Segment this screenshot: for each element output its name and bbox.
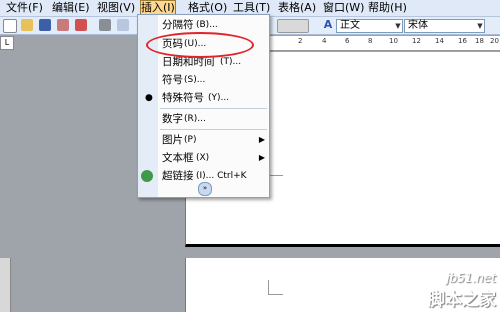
horizontal-ruler[interactable]: 2 4 6 8 10 12 14 16 18 20 [270,36,500,51]
submenu-arrow-icon: ▶ [258,135,265,144]
menu-item-shortcut: (Y)... [208,93,230,103]
print-icon[interactable] [99,19,111,31]
menu-item-shortcut: (R)... [184,114,206,124]
menu-separator [160,129,267,130]
menu-item-symbol[interactable]: 符号 (S)... [138,71,269,89]
save-icon[interactable] [39,19,51,31]
font-select[interactable]: 宋体 ▼ [404,19,485,33]
ruler-tick: 2 [298,37,303,45]
ruler-tick: 20 [490,37,499,45]
permission-icon[interactable] [57,19,69,31]
menu-item-number[interactable]: 数字 (R)... [138,110,269,128]
menu-file[interactable]: 文件(F) [6,1,43,15]
ruler-tick: 10 [389,37,398,45]
menu-item-shortcut: (S)... [184,75,206,85]
open-folder-icon[interactable] [21,19,33,31]
highlight-ellipse [146,32,254,58]
ruler-tick: 12 [412,37,421,45]
menu-item-label: 特殊符号 [162,92,204,104]
menu-item-shortcut: (X) [196,153,210,163]
menu-item-label: 文本框 [162,152,194,164]
margin-corner-mark [268,280,283,295]
menu-item-picture[interactable]: 图片 (P) ▶ [138,131,269,149]
menu-window[interactable]: 窗口(W) [323,1,364,15]
tab-selector[interactable]: L [0,36,14,50]
menu-item-special-symbol[interactable]: ● 特殊符号 (Y)... [138,89,269,107]
globe-link-icon [141,170,153,182]
menu-item-label: 数字 [162,113,183,125]
styles-formatting-icon[interactable]: A [322,19,334,31]
chevron-down-icon: ▼ [395,22,401,30]
menu-tools[interactable]: 工具(T) [233,1,270,15]
print-preview-icon[interactable] [117,19,129,31]
ruler-tick: 4 [322,37,327,45]
ruler-tick: 16 [458,37,467,45]
menu-item-label: 超链接 [162,170,194,182]
ruler-tick: 14 [435,37,444,45]
margin-corner-mark [268,175,283,190]
menu-view[interactable]: 视图(V) [97,1,135,15]
watermark: jb51.net 脚本之家 [428,271,496,310]
email-icon[interactable] [75,19,87,31]
menu-help[interactable]: 帮助(H) [368,1,407,15]
vertical-ruler[interactable] [0,258,11,312]
chevron-down-icon: ▼ [477,22,483,30]
submenu-arrow-icon: ▶ [258,153,265,162]
menu-format[interactable]: 格式(O) [188,1,227,15]
menu-separator [160,108,267,109]
menu-table[interactable]: 表格(A) [278,1,316,15]
ruler-tick: 18 [475,37,484,45]
menu-item-label: 图片 [162,134,183,146]
new-document-icon[interactable] [3,19,17,33]
menu-item-text-box[interactable]: 文本框 (X) ▶ [138,149,269,167]
menu-item-label: 符号 [162,74,183,86]
watermark-site: jb51.net [446,271,496,285]
zoom-combo-icon[interactable] [277,19,309,33]
font-select-value: 宋体 [408,20,428,31]
watermark-name: 脚本之家 [428,290,496,310]
bullet-icon: ● [145,93,153,103]
style-select[interactable]: 正文 ▼ [336,19,403,33]
menu-edit[interactable]: 编辑(E) [52,1,90,15]
menu-item-shortcut: (P) [184,135,197,145]
ruler-tick: 6 [345,37,350,45]
ruler-tick: 8 [368,37,373,45]
style-select-value: 正文 [340,20,360,31]
expand-menu-icon[interactable]: » [198,182,212,196]
